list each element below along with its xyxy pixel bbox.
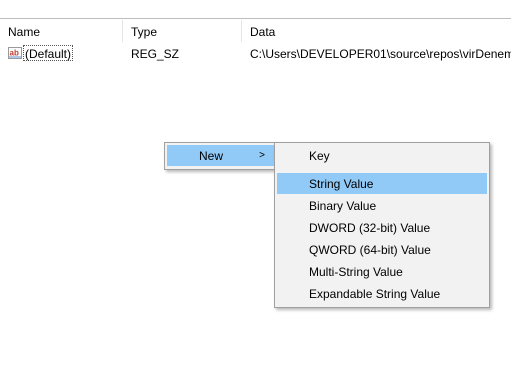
context-menu: New > <box>164 142 278 170</box>
submenu-item-label: QWORD (64-bit) Value <box>309 243 431 257</box>
window-top-edge <box>0 0 511 19</box>
column-header-type-label: Type <box>131 25 158 39</box>
submenu-item-label: Expandable String Value <box>309 287 441 301</box>
submenu-item-label: DWORD (32-bit) Value <box>309 221 431 235</box>
column-header-data[interactable]: Data <box>242 20 511 42</box>
list-header: Name Type Data <box>0 20 511 42</box>
submenu-item-qword-value[interactable]: QWORD (64-bit) Value <box>277 239 487 260</box>
value-name-default[interactable]: (Default) <box>23 45 74 61</box>
row-type-cell: REG_SZ <box>131 47 180 61</box>
submenu-item-key[interactable]: Key <box>277 145 487 166</box>
new-submenu: Key String Value Binary Value DWORD (32-… <box>274 142 490 308</box>
submenu-item-dword-value[interactable]: DWORD (32-bit) Value <box>277 217 487 238</box>
ab-string-icon: ab <box>8 47 22 59</box>
submenu-item-binary-value[interactable]: Binary Value <box>277 195 487 216</box>
submenu-item-expandable-string-value[interactable]: Expandable String Value <box>277 283 487 304</box>
submenu-item-multi-string-value[interactable]: Multi-String Value <box>277 261 487 282</box>
menu-item-new[interactable]: New > <box>167 145 275 166</box>
column-header-type[interactable]: Type <box>123 20 242 42</box>
submenu-item-label: Multi-String Value <box>309 265 403 279</box>
svg-text:ab: ab <box>10 49 19 58</box>
row-name-cell: ab (Default) <box>0 43 123 63</box>
menu-item-new-label: New <box>199 149 224 163</box>
submenu-item-string-value[interactable]: String Value <box>277 173 487 194</box>
column-header-data-label: Data <box>250 25 276 39</box>
table-row[interactable]: ab (Default) REG_SZ C:\Users\DEVELOPER01… <box>0 43 511 63</box>
submenu-arrow-icon: > <box>259 150 265 161</box>
submenu-item-label: Key <box>309 149 330 163</box>
row-data-cell: C:\Users\DEVELOPER01\source\repos\virDen… <box>250 47 511 61</box>
submenu-item-label: Binary Value <box>309 199 377 213</box>
column-header-name[interactable]: Name <box>0 20 123 42</box>
column-header-name-label: Name <box>8 25 41 39</box>
submenu-item-label: String Value <box>309 177 374 191</box>
